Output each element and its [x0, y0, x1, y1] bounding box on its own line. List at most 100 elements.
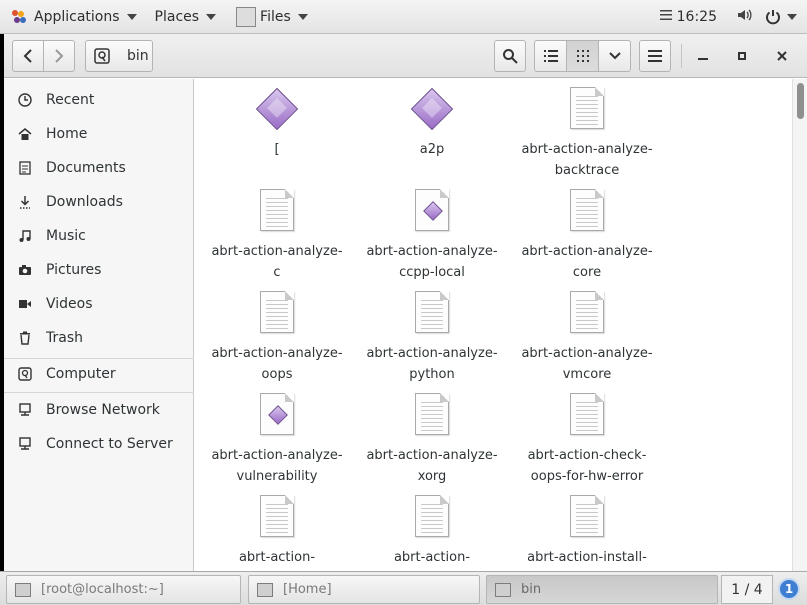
list-view-icon	[543, 50, 558, 62]
notification-badge[interactable]: 1	[778, 578, 800, 600]
back-button[interactable]	[12, 40, 44, 72]
search-button[interactable]	[494, 40, 526, 72]
maximize-button[interactable]	[726, 40, 758, 72]
places-menu[interactable]: Places	[149, 0, 223, 34]
file-item[interactable]: abrt-action-analyze- vmcore	[512, 291, 662, 385]
sidebar-item-pictures[interactable]: Pictures	[4, 254, 194, 286]
text-file-icon	[258, 291, 296, 335]
file-item[interactable]: abrt-action-check- oops-for-hw-error	[512, 393, 662, 487]
files-label: Files	[260, 8, 291, 25]
sidebar-item-recent[interactable]: Recent	[4, 84, 194, 116]
file-item[interactable]: abrt-action-analyze- oops	[202, 291, 352, 385]
text-file-icon	[568, 291, 606, 335]
taskbar-item-label: [root@localhost:~]	[41, 582, 164, 597]
view-options-button[interactable]	[598, 40, 631, 72]
sidebar-item-computer[interactable]: Computer	[4, 358, 194, 390]
volume-icon[interactable]	[737, 8, 753, 26]
scrollbar-thumb[interactable]	[797, 83, 804, 119]
status-menu-icon[interactable]	[659, 9, 673, 25]
sidebar-item-trash[interactable]: Trash	[4, 322, 194, 354]
video-icon	[18, 297, 32, 311]
file-item[interactable]: [	[202, 87, 352, 160]
file-name: abrt-action-analyze- core	[521, 244, 653, 280]
sidebar-item-downloads[interactable]: Downloads	[4, 186, 194, 218]
file-name: abrt-action-analyze- python	[366, 346, 498, 382]
file-item[interactable]: abrt-action-analyze- backtrace	[512, 87, 662, 181]
file-item[interactable]: abrt-action-analyze- python	[357, 291, 507, 385]
list-view-button[interactable]	[534, 40, 567, 72]
forward-button[interactable]	[43, 40, 75, 72]
file-name: a2p	[419, 142, 445, 157]
text-file-icon	[568, 495, 606, 539]
clock[interactable]: 16:25	[677, 9, 717, 25]
workspace-indicator[interactable]: 1 / 4	[721, 575, 773, 604]
file-grid: [ a2p abrt-action-analyze- backtrace abrt-a…	[195, 79, 792, 571]
grid-view-icon	[576, 50, 589, 62]
applications-menu[interactable]: Applications	[0, 0, 143, 34]
places-label: Places	[154, 8, 200, 25]
file-item[interactable]: abrt-action-	[357, 495, 507, 568]
sidebar-item-label: Trash	[46, 330, 83, 346]
file-item[interactable]: abrt-action-analyze- c	[202, 189, 352, 283]
file-name: abrt-action-analyze- backtrace	[521, 142, 653, 178]
vertical-scrollbar[interactable]	[792, 79, 807, 571]
taskbar-item-label: bin	[521, 582, 542, 597]
chevron-down-icon	[608, 52, 621, 60]
sidebar-item-documents[interactable]: Documents	[4, 152, 194, 184]
file-name: abrt-action-analyze- vulnerability	[211, 448, 343, 484]
network-icon	[18, 403, 32, 417]
file-item[interactable]: a2p	[357, 87, 507, 160]
text-file-icon	[413, 291, 451, 335]
sidebar-item-label: Computer	[46, 366, 116, 382]
text-file-icon	[258, 189, 296, 233]
sidebar-item-label: Downloads	[46, 194, 123, 210]
minimize-button[interactable]	[687, 40, 719, 72]
file-item[interactable]: abrt-action-analyze- core	[512, 189, 662, 283]
sidebar-item-browse-network[interactable]: Browse Network	[4, 394, 194, 426]
sidebar: Recent Home Documents Downloads Music Pi…	[4, 79, 194, 571]
server-icon	[18, 437, 32, 451]
sidebar-item-label: Documents	[46, 160, 126, 176]
document-icon	[18, 161, 32, 175]
file-manager-window: bin Recent Home Documents Downloads Musi…	[4, 34, 807, 571]
file-item[interactable]: abrt-action-analyze- xorg	[357, 393, 507, 487]
taskbar-item-bin[interactable]: bin	[486, 575, 718, 604]
computer-icon	[18, 367, 32, 381]
sidebar-item-music[interactable]: Music	[4, 220, 194, 252]
hamburger-menu-icon	[648, 50, 662, 62]
path-bar[interactable]: bin	[85, 40, 153, 72]
chevron-left-icon	[23, 49, 32, 63]
files-menu[interactable]: Files	[230, 0, 314, 34]
terminal-icon	[15, 582, 31, 597]
file-item[interactable]: abrt-action-analyze- vulnerability	[202, 393, 352, 487]
sidebar-item-home[interactable]: Home	[4, 118, 194, 150]
close-button[interactable]	[766, 40, 798, 72]
clock-icon	[18, 93, 32, 107]
file-name: abrt-action-check- oops-for-hw-error	[527, 448, 647, 484]
sidebar-item-connect-to-server[interactable]: Connect to Server	[4, 428, 194, 460]
sidebar-item-label: Music	[46, 228, 86, 244]
text-file-icon	[568, 189, 606, 233]
taskbar-item-label: [Home]	[283, 582, 332, 597]
executable-icon	[255, 87, 299, 131]
files-app-icon	[236, 6, 257, 27]
file-item[interactable]: abrt-action-install-	[512, 495, 662, 568]
power-icon[interactable]	[765, 9, 797, 25]
sidebar-item-videos[interactable]: Videos	[4, 288, 194, 320]
sidebar-item-label: Recent	[46, 92, 95, 108]
grid-view-button[interactable]	[566, 40, 599, 72]
path-segment-bin[interactable]: bin	[117, 48, 159, 64]
menu-button[interactable]	[639, 40, 671, 72]
file-manager-icon	[257, 582, 273, 597]
file-item[interactable]: abrt-action-	[202, 495, 352, 568]
sidebar-item-label: Pictures	[46, 262, 102, 278]
chevron-down-icon	[206, 13, 217, 20]
sidebar-item-label: Home	[46, 126, 88, 142]
taskbar-item-terminal[interactable]: [root@localhost:~]	[6, 575, 241, 604]
taskbar-item-home[interactable]: [Home]	[248, 575, 480, 604]
gnome-foot-icon	[12, 9, 26, 24]
file-name: abrt-action-analyze- c	[211, 244, 343, 280]
system-tray: 16:25	[659, 0, 797, 34]
file-item[interactable]: abrt-action-analyze- ccpp-local	[357, 189, 507, 283]
minimize-icon	[698, 58, 708, 60]
